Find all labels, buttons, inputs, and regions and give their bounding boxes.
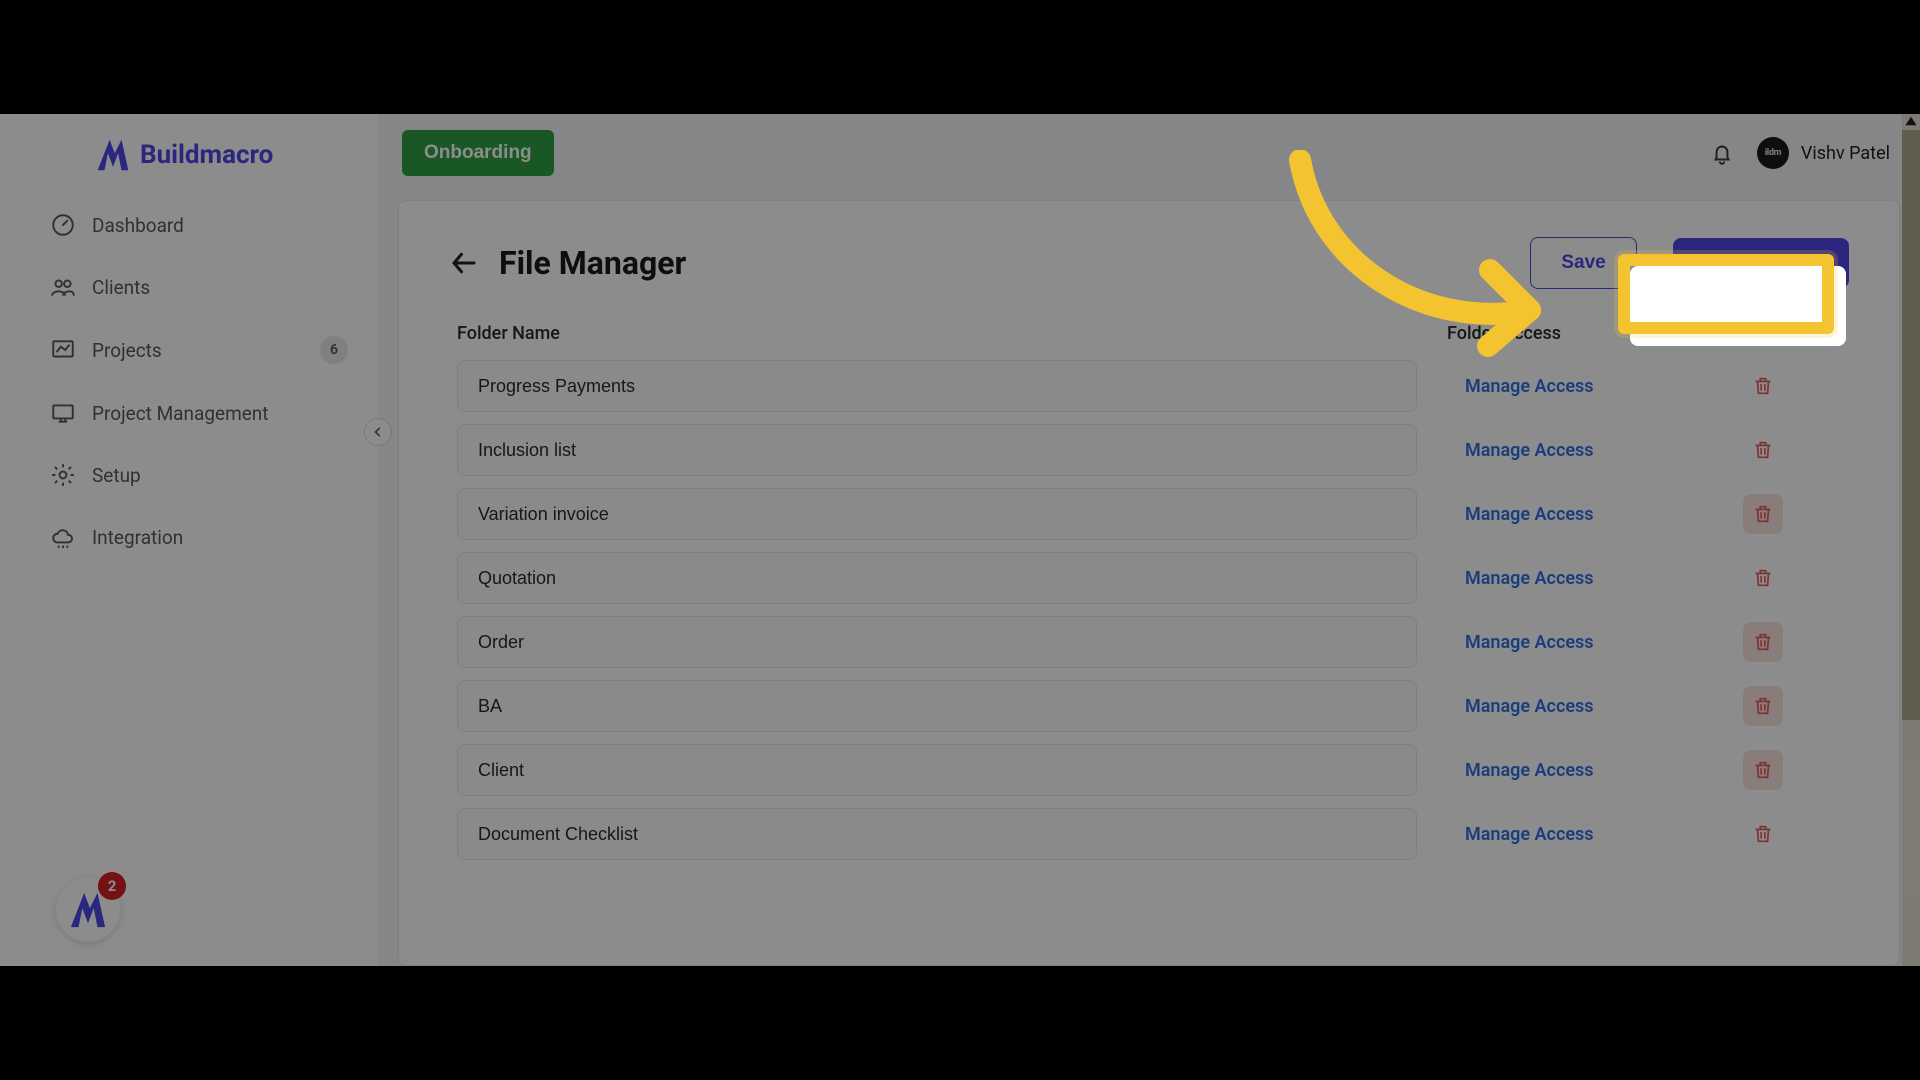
sidebar-item-dashboard[interactable]: Dashboard xyxy=(50,212,348,238)
letterbox-top xyxy=(0,0,1920,114)
trash-icon xyxy=(1752,823,1774,845)
trash-icon xyxy=(1752,695,1774,717)
scrollbar-track[interactable] xyxy=(1902,114,1920,966)
delete-folder-button[interactable] xyxy=(1743,750,1783,790)
delete-folder-button[interactable] xyxy=(1743,558,1783,598)
brand-mark-icon xyxy=(69,891,107,929)
scroll-up-icon xyxy=(1904,114,1918,128)
column-header-name: Folder Name xyxy=(457,323,1447,344)
delete-folder-button[interactable] xyxy=(1743,430,1783,470)
sidebar-nav: Dashboard Clients Projects 6 Project Managem… xyxy=(0,212,378,550)
cloud-icon xyxy=(50,524,76,550)
brand-name: Buildmacro xyxy=(140,140,273,170)
folder-rows: Manage Access Manage Access Manage Access M… xyxy=(449,360,1849,860)
scrollbar-thumb[interactable] xyxy=(1902,130,1920,720)
onboarding-button[interactable]: Onboarding xyxy=(402,130,554,176)
users-icon xyxy=(50,274,76,300)
delete-folder-button[interactable] xyxy=(1743,494,1783,534)
table-row: Manage Access xyxy=(449,680,1849,732)
brand-logo[interactable]: Buildmacro xyxy=(0,138,378,172)
table-row: Manage Access xyxy=(449,360,1849,412)
trash-icon xyxy=(1752,439,1774,461)
gauge-icon xyxy=(50,212,76,238)
tutorial-highlight-fill xyxy=(1630,266,1846,346)
avatar[interactable]: ildm xyxy=(1757,137,1789,169)
trash-icon xyxy=(1752,503,1774,525)
sidebar-item-setup[interactable]: Setup xyxy=(50,462,348,488)
delete-folder-button[interactable] xyxy=(1743,366,1783,406)
delete-folder-button[interactable] xyxy=(1743,814,1783,854)
folder-name-input[interactable] xyxy=(457,360,1417,412)
table-row: Manage Access xyxy=(449,616,1849,668)
table-row: Manage Access xyxy=(449,744,1849,796)
screen-icon xyxy=(50,400,76,426)
save-button[interactable]: Save xyxy=(1530,237,1636,289)
manage-access-link[interactable]: Manage Access xyxy=(1465,440,1685,461)
trash-icon xyxy=(1752,759,1774,781)
sidebar-item-label: Dashboard xyxy=(92,214,184,237)
trash-icon xyxy=(1752,631,1774,653)
chart-icon xyxy=(50,337,76,363)
folder-name-input[interactable] xyxy=(457,424,1417,476)
folder-name-input[interactable] xyxy=(457,680,1417,732)
notifications-icon[interactable] xyxy=(1709,140,1735,166)
trash-icon xyxy=(1752,375,1774,397)
username: Vishv Patel xyxy=(1801,143,1890,164)
sidebar-item-label: Integration xyxy=(92,526,183,549)
delete-folder-button[interactable] xyxy=(1743,622,1783,662)
sidebar-item-badge: 6 xyxy=(320,336,348,364)
letterbox-bottom xyxy=(0,966,1920,1080)
help-widget[interactable]: 2 xyxy=(56,878,120,942)
sidebar-item-clients[interactable]: Clients xyxy=(50,274,348,300)
folder-name-input[interactable] xyxy=(457,744,1417,796)
manage-access-link[interactable]: Manage Access xyxy=(1465,376,1685,397)
table-row: Manage Access xyxy=(449,488,1849,540)
folder-name-input[interactable] xyxy=(457,552,1417,604)
sidebar-item-project-management[interactable]: Project Management xyxy=(50,400,348,426)
sidebar-item-projects[interactable]: Projects 6 xyxy=(50,336,348,364)
table-row: Manage Access xyxy=(449,424,1849,476)
back-button[interactable] xyxy=(449,248,479,278)
table-row: Manage Access xyxy=(449,808,1849,860)
topbar: Onboarding ildm Vishv Patel xyxy=(378,114,1920,192)
brand-mark-icon xyxy=(96,138,130,172)
sidebar-item-integration[interactable]: Integration xyxy=(50,524,348,550)
gear-icon xyxy=(50,462,76,488)
app-container: Buildmacro DashboardClientsProjects6Proj… xyxy=(0,114,1920,966)
sidebar-item-label: Projects xyxy=(92,339,162,362)
sidebar-item-label: Clients xyxy=(92,276,150,299)
page-title: File Manager xyxy=(499,244,686,282)
delete-folder-button[interactable] xyxy=(1743,686,1783,726)
manage-access-link[interactable]: Manage Access xyxy=(1465,632,1685,653)
folder-name-input[interactable] xyxy=(457,808,1417,860)
table-row: Manage Access xyxy=(449,552,1849,604)
folder-name-input[interactable] xyxy=(457,488,1417,540)
folder-name-input[interactable] xyxy=(457,616,1417,668)
main-area: Onboarding ildm Vishv Patel File Manager… xyxy=(378,114,1920,966)
manage-access-link[interactable]: Manage Access xyxy=(1465,504,1685,525)
manage-access-link[interactable]: Manage Access xyxy=(1465,696,1685,717)
manage-access-link[interactable]: Manage Access xyxy=(1465,824,1685,845)
help-widget-count: 2 xyxy=(98,872,126,900)
sidebar-item-label: Project Management xyxy=(92,402,269,425)
manage-access-link[interactable]: Manage Access xyxy=(1465,760,1685,781)
trash-icon xyxy=(1752,567,1774,589)
manage-access-link[interactable]: Manage Access xyxy=(1465,568,1685,589)
sidebar: Buildmacro DashboardClientsProjects6Proj… xyxy=(0,114,378,966)
sidebar-item-label: Setup xyxy=(92,464,141,487)
